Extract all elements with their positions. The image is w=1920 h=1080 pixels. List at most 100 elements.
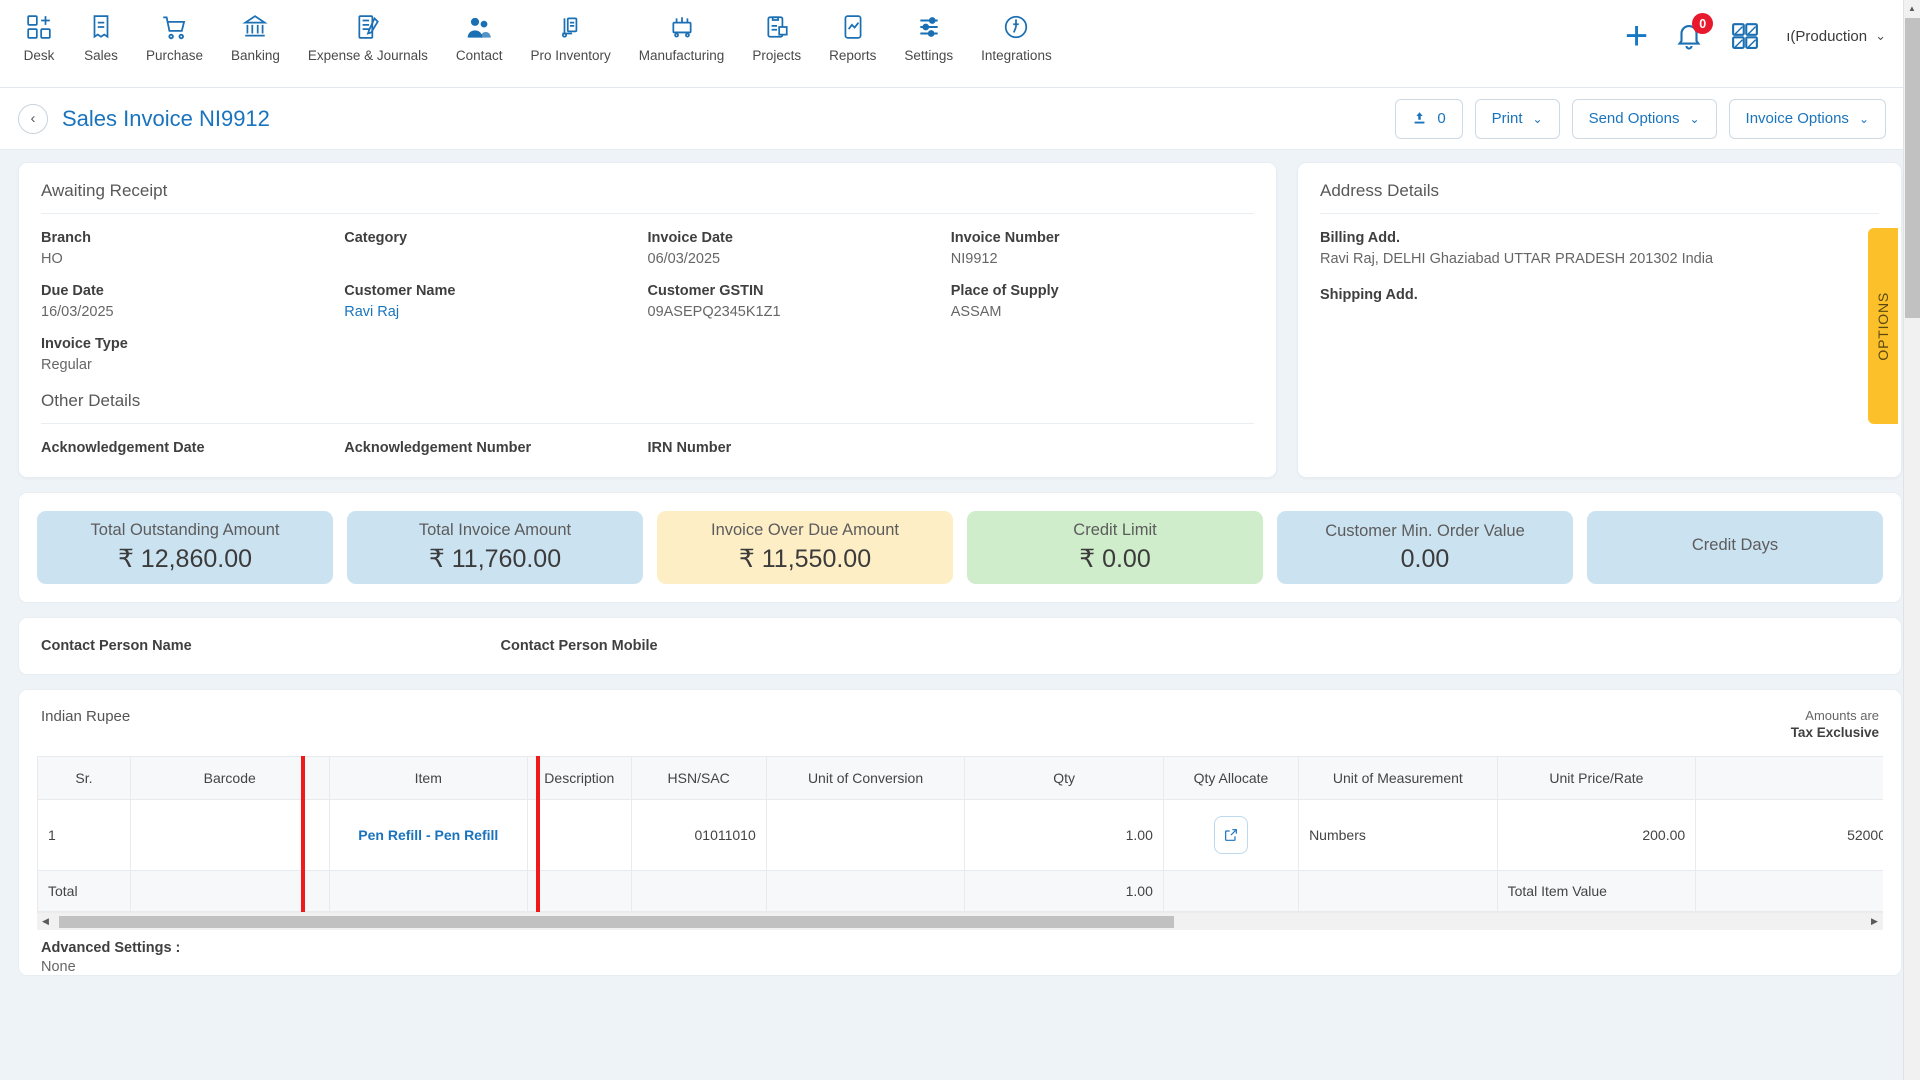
nav-item-sales[interactable]: Sales xyxy=(70,0,132,63)
total-item-value-label: Total Item Value xyxy=(1496,870,1697,912)
kpi-value: 0.00 xyxy=(1400,544,1450,573)
column-header-description[interactable]: Description xyxy=(527,756,632,800)
nav-item-desk[interactable]: Desk xyxy=(8,0,70,63)
total-label: Total xyxy=(37,870,131,912)
column-header-qty[interactable]: Qty xyxy=(964,756,1164,800)
cell-barcode xyxy=(129,799,330,871)
field-value: Regular xyxy=(41,357,92,373)
table-row: 1 Pen Refill - Pen Refill 01011010 1.00 xyxy=(37,799,1883,871)
manufacturing-icon xyxy=(669,10,695,44)
total-qty: 1.00 xyxy=(964,870,1164,912)
nav-item-expense-journals[interactable]: Expense & Journals xyxy=(294,0,442,63)
column-header-extra[interactable] xyxy=(1695,756,1883,800)
column-header-hsn-sac[interactable]: HSN/SAC xyxy=(630,756,767,800)
total-blank xyxy=(328,870,529,912)
column-header-qty-allocate[interactable]: Qty Allocate xyxy=(1162,756,1300,800)
invoice-status: Awaiting Receipt xyxy=(41,181,168,200)
top-panels-row: Awaiting Receipt Branch HO Category Invo… xyxy=(18,162,1902,478)
kpi-label: Credit Days xyxy=(1691,536,1779,554)
kpi-value: ₹ 11,550.00 xyxy=(738,545,872,573)
field-label: IRN Number xyxy=(647,440,732,456)
sales-receipt-icon xyxy=(88,10,114,44)
back-button[interactable]: ‹ xyxy=(18,103,48,134)
company-name: ı(Production xyxy=(1786,27,1868,45)
kpi-label: Total Outstanding Amount xyxy=(90,521,280,539)
desk-icon xyxy=(26,10,52,44)
options-side-tab[interactable]: OPTIONS xyxy=(1868,228,1898,424)
nav-item-manufacturing[interactable]: Manufacturing xyxy=(625,0,739,63)
nav-label: Projects xyxy=(752,48,802,63)
tax-note-line1: Amounts are xyxy=(1805,708,1879,723)
kpi-total-outstanding-amount: Total Outstanding Amount ₹ 12,860.00 xyxy=(37,511,333,584)
scroll-up-arrow[interactable]: ▲ xyxy=(1904,0,1920,17)
page-scrollbar-thumb[interactable] xyxy=(1905,18,1920,318)
external-link-icon[interactable] xyxy=(1213,816,1248,854)
column-header-sr[interactable]: Sr. xyxy=(37,756,131,800)
send-options-button[interactable]: Send Options ⌄ xyxy=(1571,98,1717,139)
cell-unit-of-conversion xyxy=(765,799,966,871)
field-label: Acknowledgement Date xyxy=(41,440,205,456)
company-selector[interactable]: ı(Production ⌄ xyxy=(1786,28,1886,45)
column-header-barcode[interactable]: Barcode xyxy=(129,756,330,800)
column-header-item[interactable]: Item xyxy=(328,756,529,800)
field-label: Acknowledgement Number xyxy=(344,440,532,456)
nav-label: Reports xyxy=(829,48,877,63)
table-horizontal-scrollbar[interactable]: ◀ ▶ xyxy=(37,912,1883,930)
scroll-left-arrow[interactable]: ◀ xyxy=(37,913,54,931)
notifications-button[interactable]: 0 xyxy=(1674,13,1714,51)
divider xyxy=(41,423,1254,424)
scroll-right-arrow[interactable]: ▶ xyxy=(1866,913,1883,931)
apps-grid-button[interactable] xyxy=(1730,21,1760,51)
add-new-button[interactable]: + xyxy=(1625,16,1648,56)
column-header-unit-price-rate[interactable]: Unit Price/Rate xyxy=(1496,756,1697,800)
print-label: Print xyxy=(1491,110,1523,127)
reports-chart-icon xyxy=(840,10,866,44)
field-invoice-date: Invoice Date 06/03/2025 xyxy=(648,230,951,267)
nav-item-pro-inventory[interactable]: Pro Inventory xyxy=(516,0,624,63)
nav-item-projects[interactable]: Projects xyxy=(738,0,815,63)
print-button[interactable]: Print ⌄ xyxy=(1474,98,1560,139)
cell-sr: 1 xyxy=(37,799,131,871)
tax-note-line2: Tax Exclusive xyxy=(1790,725,1879,740)
notification-badge: 0 xyxy=(1692,13,1714,34)
nav-item-reports[interactable]: Reports xyxy=(815,0,890,63)
attachments-button[interactable]: 0 xyxy=(1395,98,1463,139)
kpi-credit-days: Credit Days xyxy=(1587,511,1883,584)
nav-item-settings[interactable]: Settings xyxy=(890,0,967,63)
nav-label: Banking xyxy=(231,48,280,63)
column-header-unit-of-measurement[interactable]: Unit of Measurement xyxy=(1298,756,1498,800)
chevron-down-icon: ⌄ xyxy=(1858,111,1869,126)
column-header-unit-of-conversion[interactable]: Unit of Conversion xyxy=(765,756,966,800)
customer-name-link[interactable]: Ravi Raj xyxy=(344,304,647,320)
nav-label: Pro Inventory xyxy=(530,48,611,63)
divider xyxy=(41,213,1254,214)
shipping-address-label: Shipping Add. xyxy=(1320,287,1418,303)
field-value: ASSAM xyxy=(950,304,1002,320)
kpi-label: Total Invoice Amount xyxy=(418,521,572,539)
journal-icon xyxy=(355,10,381,44)
field-label: Category xyxy=(344,230,408,246)
nav-item-purchase[interactable]: Purchase xyxy=(132,0,217,63)
page-scrollbar[interactable]: ▲ xyxy=(1903,0,1920,1080)
nav-label: Expense & Journals xyxy=(307,48,428,63)
cell-qty: 1.00 xyxy=(964,799,1164,871)
invoice-options-button[interactable]: Invoice Options ⌄ xyxy=(1728,98,1886,139)
inventory-icon xyxy=(558,10,584,44)
scrollbar-thumb[interactable] xyxy=(59,915,1174,928)
nav-label: Sales xyxy=(84,48,118,63)
field-value: 16/03/2025 xyxy=(41,304,114,320)
item-link[interactable]: Pen Refill - Pen Refill xyxy=(358,827,498,843)
nav-item-banking[interactable]: Banking xyxy=(217,0,294,63)
field-value: 09ASEPQ2345K1Z1 xyxy=(647,304,781,320)
field-invoice-number: Invoice Number NI9912 xyxy=(951,230,1254,267)
contact-spacer xyxy=(1420,638,1880,654)
bank-icon xyxy=(242,10,269,44)
kpi-label: Customer Min. Order Value xyxy=(1325,521,1525,540)
items-table-scroller[interactable]: Sr. Barcode Item Description HSN/SAC Uni… xyxy=(37,756,1883,912)
top-navigation-bar: Desk Sales Purchase Banking Expense & Jo… xyxy=(0,0,1920,88)
nav-item-integrations[interactable]: Integrations xyxy=(967,0,1066,63)
field-due-date: Due Date 16/03/2025 xyxy=(41,283,344,320)
advanced-settings-label: Advanced Settings : xyxy=(41,940,181,956)
nav-item-contact[interactable]: Contact xyxy=(442,0,517,63)
nav-label: Contact xyxy=(455,48,503,63)
